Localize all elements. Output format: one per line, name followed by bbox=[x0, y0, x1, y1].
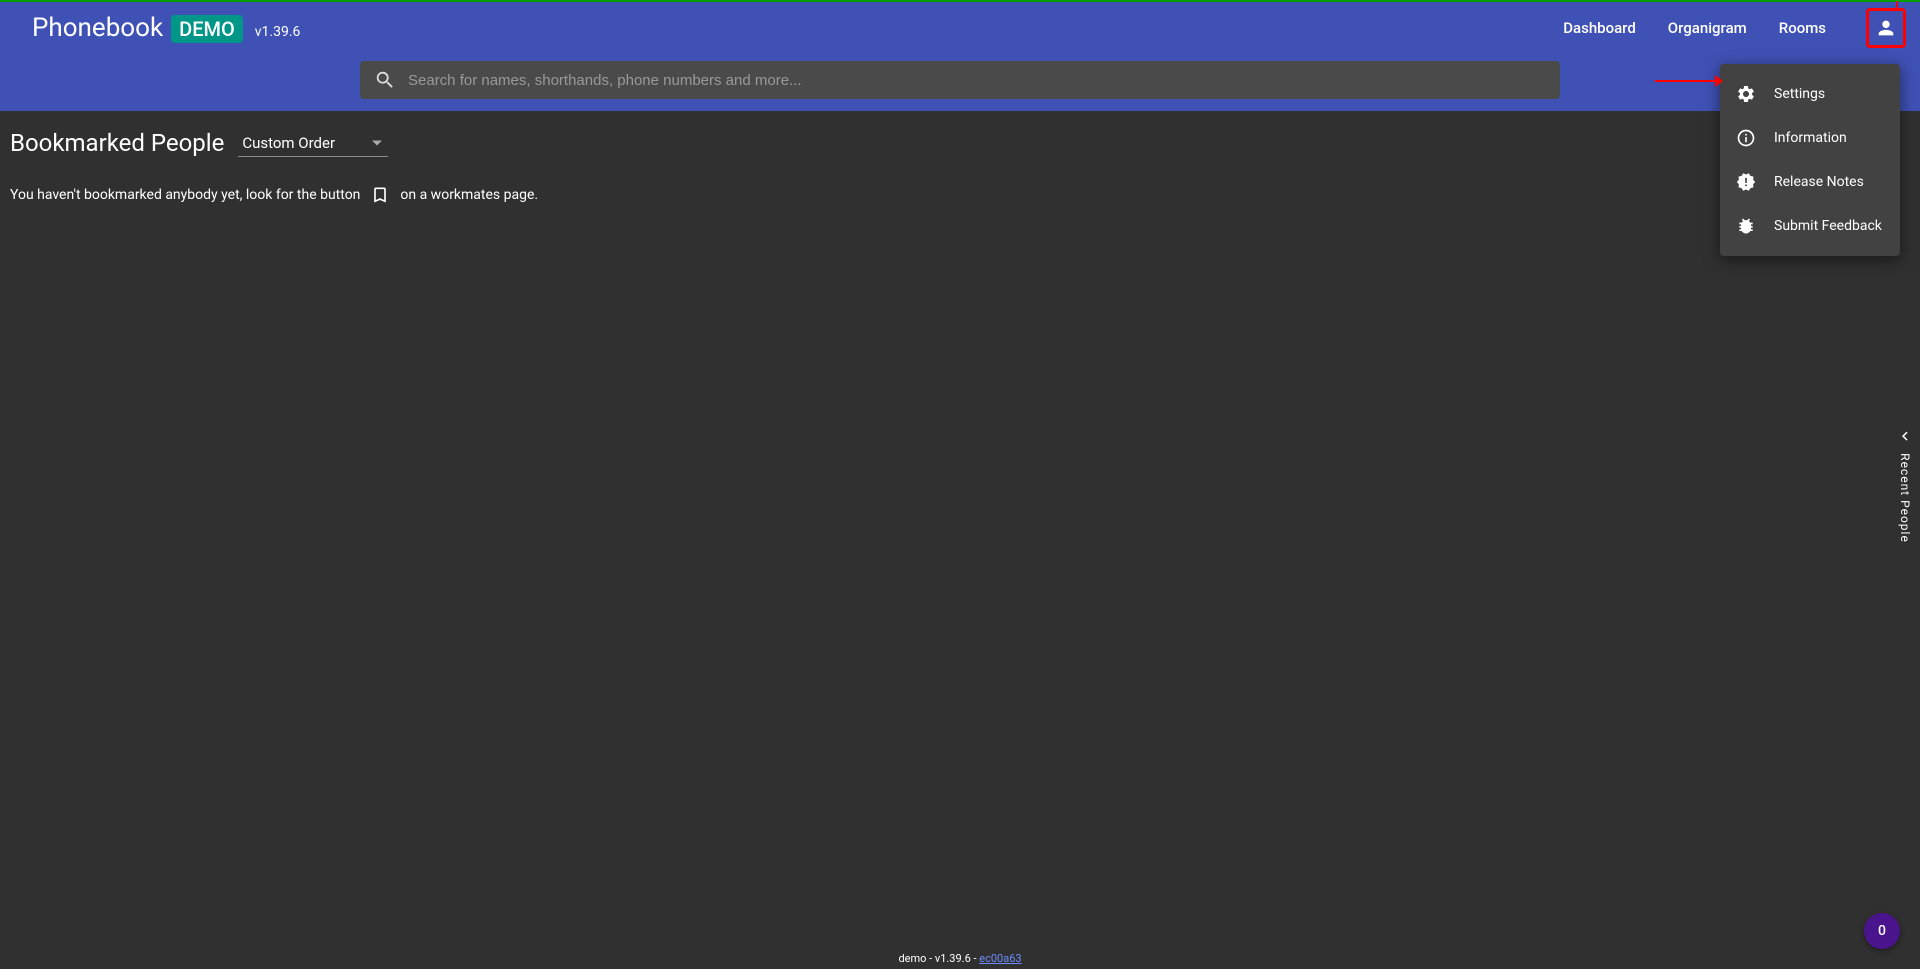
nav-rooms[interactable]: Rooms bbox=[1775, 11, 1830, 45]
search-icon bbox=[374, 69, 396, 91]
sort-order-select[interactable]: Custom Order bbox=[238, 130, 388, 157]
empty-text-pre: You haven't bookmarked anybody yet, look… bbox=[10, 187, 360, 203]
new-releases-icon bbox=[1736, 172, 1756, 192]
nav-links: Dashboard Organigram Rooms । bbox=[1559, 8, 1906, 48]
info-icon bbox=[1736, 128, 1756, 148]
menu-label: Release Notes bbox=[1774, 174, 1864, 190]
demo-badge: DEMO bbox=[171, 15, 243, 43]
top-app-bar: Phonebook DEMO v1.39.6 Dashboard Organig… bbox=[0, 2, 1920, 53]
section-title: Bookmarked People bbox=[10, 129, 224, 157]
nav-organigram[interactable]: Organigram bbox=[1664, 11, 1751, 45]
chevron-left-icon bbox=[1896, 427, 1914, 445]
bug-icon bbox=[1736, 216, 1756, 236]
search-bar-row bbox=[0, 53, 1920, 111]
search-field-wrap[interactable] bbox=[360, 61, 1560, 99]
profile-menu-button[interactable]: । bbox=[1866, 8, 1906, 48]
menu-item-settings[interactable]: Settings bbox=[1720, 72, 1900, 116]
notification-count-badge[interactable]: 0 bbox=[1864, 913, 1900, 949]
nav-dashboard[interactable]: Dashboard bbox=[1559, 11, 1640, 45]
bookmark-outline-icon bbox=[370, 185, 390, 205]
gear-icon bbox=[1736, 84, 1756, 104]
main-content: Bookmarked People Custom Order You haven… bbox=[0, 111, 1920, 223]
empty-bookmark-message: You haven't bookmarked anybody yet, look… bbox=[10, 185, 1910, 205]
app-name: Phonebook bbox=[32, 13, 163, 43]
recent-people-label: Recent People bbox=[1898, 453, 1912, 543]
footer-commit-link[interactable]: ec00a63 bbox=[979, 952, 1021, 965]
app-version: v1.39.6 bbox=[255, 24, 301, 40]
annotation-arrow bbox=[1655, 80, 1715, 82]
empty-text-post: on a workmates page. bbox=[400, 187, 538, 203]
menu-label: Information bbox=[1774, 130, 1847, 146]
person-icon bbox=[1875, 17, 1897, 39]
menu-label: Settings bbox=[1774, 86, 1825, 102]
app-title-group: Phonebook DEMO v1.39.6 bbox=[32, 13, 300, 43]
footer: demo - v1.39.6 - ec00a63 bbox=[0, 948, 1920, 969]
section-header: Bookmarked People Custom Order bbox=[10, 129, 1910, 157]
menu-label: Submit Feedback bbox=[1774, 218, 1882, 234]
annotation-highlight-marker: । bbox=[1894, 0, 1899, 15]
recent-people-tab[interactable]: Recent People bbox=[1890, 417, 1920, 553]
menu-item-information[interactable]: Information bbox=[1720, 116, 1900, 160]
footer-text: demo - v1.39.6 - bbox=[898, 952, 979, 965]
badge-count: 0 bbox=[1878, 923, 1886, 939]
menu-item-submit-feedback[interactable]: Submit Feedback bbox=[1720, 204, 1900, 248]
menu-item-release-notes[interactable]: Release Notes bbox=[1720, 160, 1900, 204]
profile-dropdown-menu: Settings Information Release Notes Submi… bbox=[1720, 64, 1900, 256]
search-input[interactable] bbox=[408, 72, 1546, 89]
sort-value: Custom Order bbox=[242, 134, 335, 152]
